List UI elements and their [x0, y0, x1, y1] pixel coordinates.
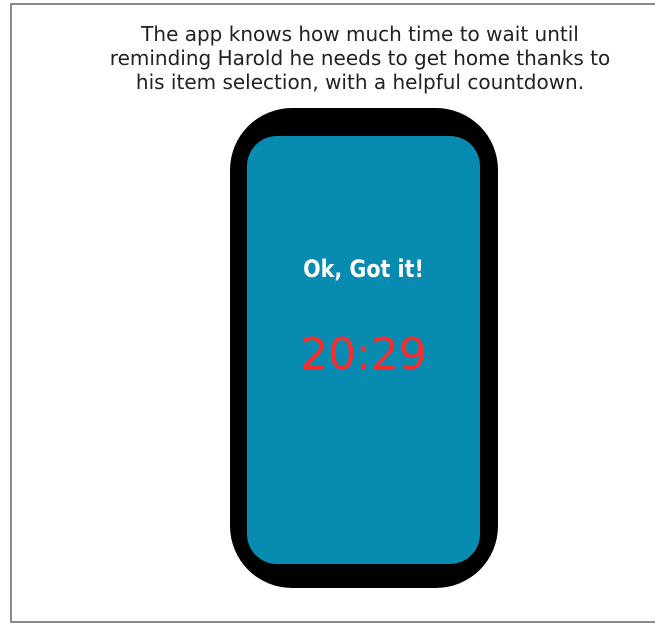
description-line-2: reminding Harold he needs to get home th…	[109, 46, 611, 70]
description-text: The app knows how much time to wait unti…	[40, 22, 655, 94]
confirmation-heading: Ok, Got it!	[303, 255, 424, 283]
description-line-3: his item selection, with a helpful count…	[135, 70, 585, 94]
countdown-timer: 20:29	[300, 329, 427, 380]
description-line-1: The app knows how much time to wait unti…	[141, 22, 579, 46]
